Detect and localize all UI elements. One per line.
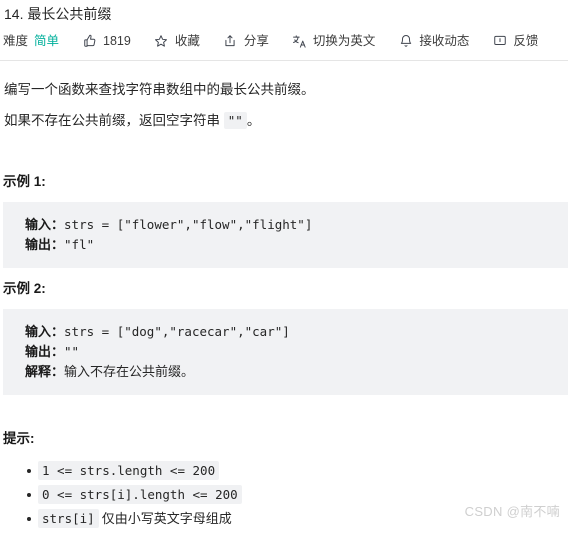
example-2-input-value: strs = ["dog","racecar","car"] — [64, 324, 290, 339]
favorite-button[interactable]: 收藏 — [154, 33, 200, 49]
list-item: 1 <= strs.length <= 200 — [27, 459, 242, 483]
description-line-2: 如果不存在公共前缀，返回空字符串 ""。 — [4, 110, 260, 131]
likes-count: 1819 — [103, 34, 131, 48]
favorite-label: 收藏 — [174, 34, 200, 48]
hint-code-3: strs[i] — [38, 509, 99, 528]
feedback-icon — [492, 34, 507, 49]
example-2-output-line: 输出："" — [25, 342, 568, 362]
example-1-input-key: 输入： — [25, 217, 65, 232]
hint-code-1: 1 <= strs.length <= 200 — [38, 461, 220, 480]
problem-meta-bar: 难度 简单 1819 收藏 分享 切换为英文 接收动态 反馈 — [3, 33, 538, 49]
bell-icon — [398, 34, 413, 49]
description-line-2-prefix: 如果不存在公共前缀，返回空字符串 — [4, 113, 224, 128]
hints-list: 1 <= strs.length <= 200 0 <= strs[i].len… — [0, 459, 242, 531]
example-1-input-line: 输入：strs = ["flower","flow","flight"] — [25, 215, 568, 235]
hint-code-2: 0 <= strs[i].length <= 200 — [38, 485, 242, 504]
example-2-heading: 示例 2: — [3, 281, 46, 296]
list-item: 0 <= strs[i].length <= 200 — [27, 483, 242, 507]
list-item: strs[i] 仅由小写英文字母组成 — [27, 507, 242, 531]
thumbs-up-icon — [82, 34, 97, 49]
translate-icon — [292, 34, 307, 49]
hints-heading: 提示: — [3, 431, 35, 446]
header-divider — [0, 60, 568, 61]
likes-button[interactable]: 1819 — [82, 33, 131, 49]
description-line-1: 编写一个函数来查找字符串数组中的最长公共前缀。 — [4, 82, 315, 97]
example-2-explain-key: 解释： — [25, 364, 65, 379]
example-2-explain-value: 输入不存在公共前缀。 — [64, 364, 195, 379]
example-2-input-line: 输入：strs = ["dog","racecar","car"] — [25, 322, 568, 342]
example-2-input-key: 输入： — [25, 324, 65, 339]
hint-text-3: 仅由小写英文字母组成 — [101, 511, 232, 526]
example-2-explain-line: 解释：输入不存在公共前缀。 — [25, 362, 568, 382]
example-2-output-value: "" — [64, 344, 80, 359]
example-1-code-block: 输入：strs = ["flower","flow","flight"] 输出：… — [3, 202, 568, 268]
page-title: 14. 最长公共前缀 — [4, 6, 112, 22]
star-icon — [154, 34, 169, 49]
translate-button[interactable]: 切换为英文 — [292, 33, 376, 49]
feedback-button[interactable]: 反馈 — [492, 33, 538, 49]
example-1-output-line: 输出："fl" — [25, 235, 568, 255]
example-1-output-value: "fl" — [64, 237, 95, 252]
subscribe-button[interactable]: 接收动态 — [398, 33, 469, 49]
description-line-2-suffix: 。 — [246, 113, 261, 128]
translate-label: 切换为英文 — [312, 34, 376, 48]
example-1-input-value: strs = ["flower","flow","flight"] — [64, 217, 313, 232]
example-2-output-key: 输出： — [25, 344, 65, 359]
csdn-watermark: CSDN @南不喃 — [464, 504, 560, 519]
difficulty-group: 难度 简单 — [3, 33, 59, 49]
problem-page: 14. 最长公共前缀 难度 简单 1819 收藏 分享 切换为英文 接收动态 反… — [0, 0, 568, 533]
share-label: 分享 — [243, 34, 269, 48]
share-button[interactable]: 分享 — [223, 33, 269, 49]
example-1-output-key: 输出： — [25, 237, 65, 252]
description-empty-string-code: "" — [223, 112, 247, 129]
example-1-heading: 示例 1: — [3, 174, 46, 189]
feedback-label: 反馈 — [513, 34, 539, 48]
difficulty-label: 难度 — [3, 34, 29, 48]
subscribe-label: 接收动态 — [419, 34, 470, 48]
share-icon — [223, 34, 238, 49]
example-2-code-block: 输入：strs = ["dog","racecar","car"] 输出："" … — [3, 309, 568, 395]
difficulty-value: 简单 — [34, 34, 60, 48]
